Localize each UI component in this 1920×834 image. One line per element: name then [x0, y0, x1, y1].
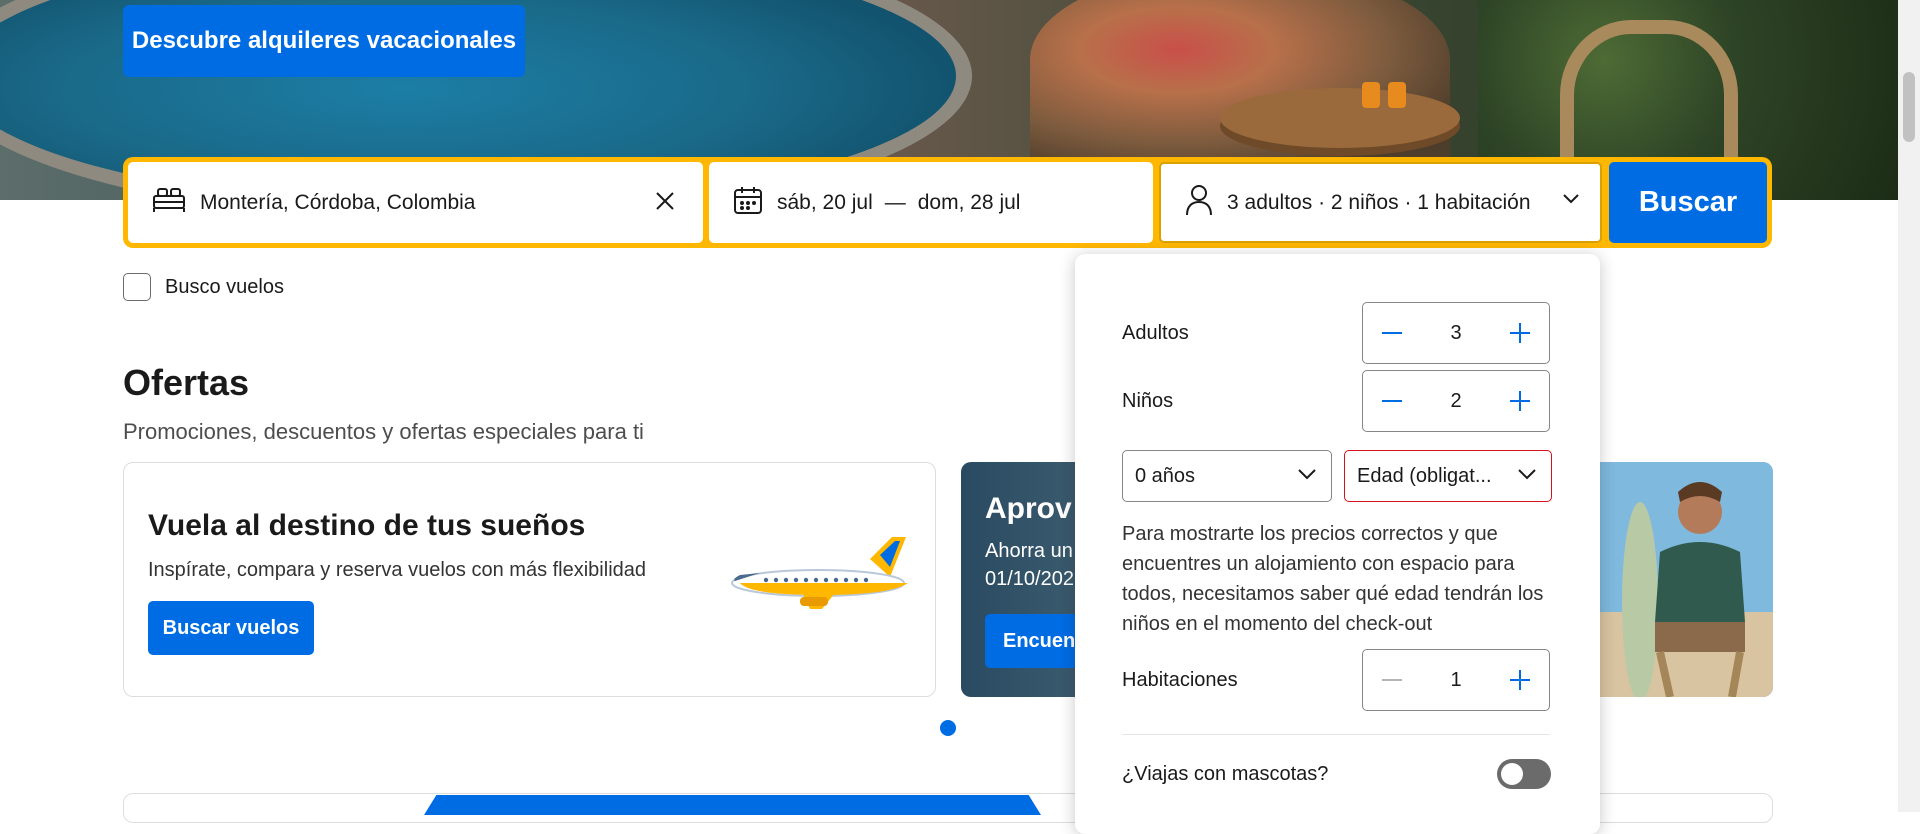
pets-label: ¿Viajas con mascotas?: [1122, 763, 1329, 785]
offer-card-date: 01/10/202: [985, 568, 1074, 590]
occupancy-field[interactable]: 3 adultos · 2 niños · 1 habitación: [1159, 162, 1602, 243]
flights-checkbox-label[interactable]: Busco vuelos: [165, 276, 284, 299]
destination-field[interactable]: Montería, Córdoba, Colombia: [128, 162, 703, 243]
search-bar: Montería, Córdoba, Colombia sáb, 20 jul …: [123, 157, 1772, 248]
plus-icon[interactable]: [1491, 651, 1549, 709]
child-age-placeholder: Edad (obligat...: [1357, 464, 1492, 487]
scrollbar-thumb[interactable]: [1903, 72, 1915, 142]
checkout-date[interactable]: dom, 28 jul: [918, 191, 1021, 215]
adults-stepper: 3: [1362, 302, 1550, 364]
offer-surfer-image: [1600, 462, 1773, 697]
chevron-down-icon: [1517, 465, 1537, 488]
child-age-value: 0 años: [1135, 464, 1196, 487]
calendar-icon: [733, 185, 763, 220]
hero-table-image: [1220, 88, 1460, 148]
search-flights-button[interactable]: Buscar vuelos: [148, 601, 314, 655]
checkin-date[interactable]: sáb, 20 jul: [777, 191, 873, 215]
rooms-label: Habitaciones: [1122, 669, 1238, 691]
children-label: Niños: [1122, 390, 1174, 412]
carousel-indicator[interactable]: [940, 720, 956, 736]
offers-title: Ofertas: [123, 362, 250, 403]
offer-card-title: Vuela al destino de tus sueños: [148, 509, 586, 542]
date-separator: —: [884, 190, 906, 214]
plus-icon[interactable]: [1491, 372, 1549, 430]
page-scrollbar[interactable]: [1898, 0, 1920, 812]
flights-checkbox[interactable]: [123, 273, 151, 301]
minus-icon[interactable]: [1363, 651, 1421, 709]
offer-card-description: Inspírate, compara y reserva vuelos con …: [148, 559, 647, 581]
child-age-select-1[interactable]: 0 años: [1122, 450, 1332, 502]
plus-icon[interactable]: [1491, 304, 1549, 362]
minus-icon[interactable]: [1363, 304, 1421, 362]
rooms-stepper: 1: [1362, 649, 1550, 711]
offer-card-title: Aprov: [985, 492, 1072, 525]
occupancy-popup: Adultos 3 Niños 2 0 años Edad (obligat..…: [1075, 254, 1600, 834]
offer-card-flights: Vuela al destino de tus sueños Inspírate…: [123, 462, 936, 697]
person-icon: [1185, 184, 1213, 221]
hero-candle-image: [1362, 82, 1380, 108]
occupancy-summary: 3 adultos · 2 niños · 1 habitación: [1227, 190, 1531, 214]
rooms-count: 1: [1450, 668, 1462, 691]
adults-label: Adultos: [1122, 322, 1189, 344]
close-icon[interactable]: [651, 188, 679, 216]
airplane-illustration: [730, 537, 920, 622]
offers-subtitle: Promociones, descuentos y ofertas especi…: [123, 419, 644, 444]
child-age-select-2[interactable]: Edad (obligat...: [1344, 450, 1552, 502]
bed-icon: [152, 186, 186, 219]
hero-candle-image: [1388, 82, 1406, 108]
bottom-section-banner: [424, 795, 1041, 815]
destination-input[interactable]: Montería, Córdoba, Colombia: [200, 191, 475, 215]
chevron-down-icon: [1297, 465, 1317, 488]
dates-field[interactable]: sáb, 20 jul — dom, 28 jul: [709, 162, 1153, 243]
popup-divider: [1122, 734, 1550, 735]
minus-icon[interactable]: [1363, 372, 1421, 430]
toggle-knob: [1501, 763, 1523, 785]
adults-count: 3: [1450, 321, 1462, 344]
flights-checkbox-row[interactable]: Busco vuelos: [123, 273, 284, 301]
offer-card-description: Ahorra un: [985, 540, 1073, 562]
vacation-rentals-button[interactable]: Descubre alquileres vacacionales: [123, 5, 525, 77]
children-count: 2: [1450, 389, 1462, 412]
child-age-info-text: Para mostrarte los precios correctos y q…: [1122, 523, 1544, 635]
pets-toggle[interactable]: [1497, 759, 1551, 789]
search-button[interactable]: Buscar: [1609, 162, 1767, 243]
children-stepper: 2: [1362, 370, 1550, 432]
chevron-down-icon[interactable]: [1562, 192, 1580, 210]
